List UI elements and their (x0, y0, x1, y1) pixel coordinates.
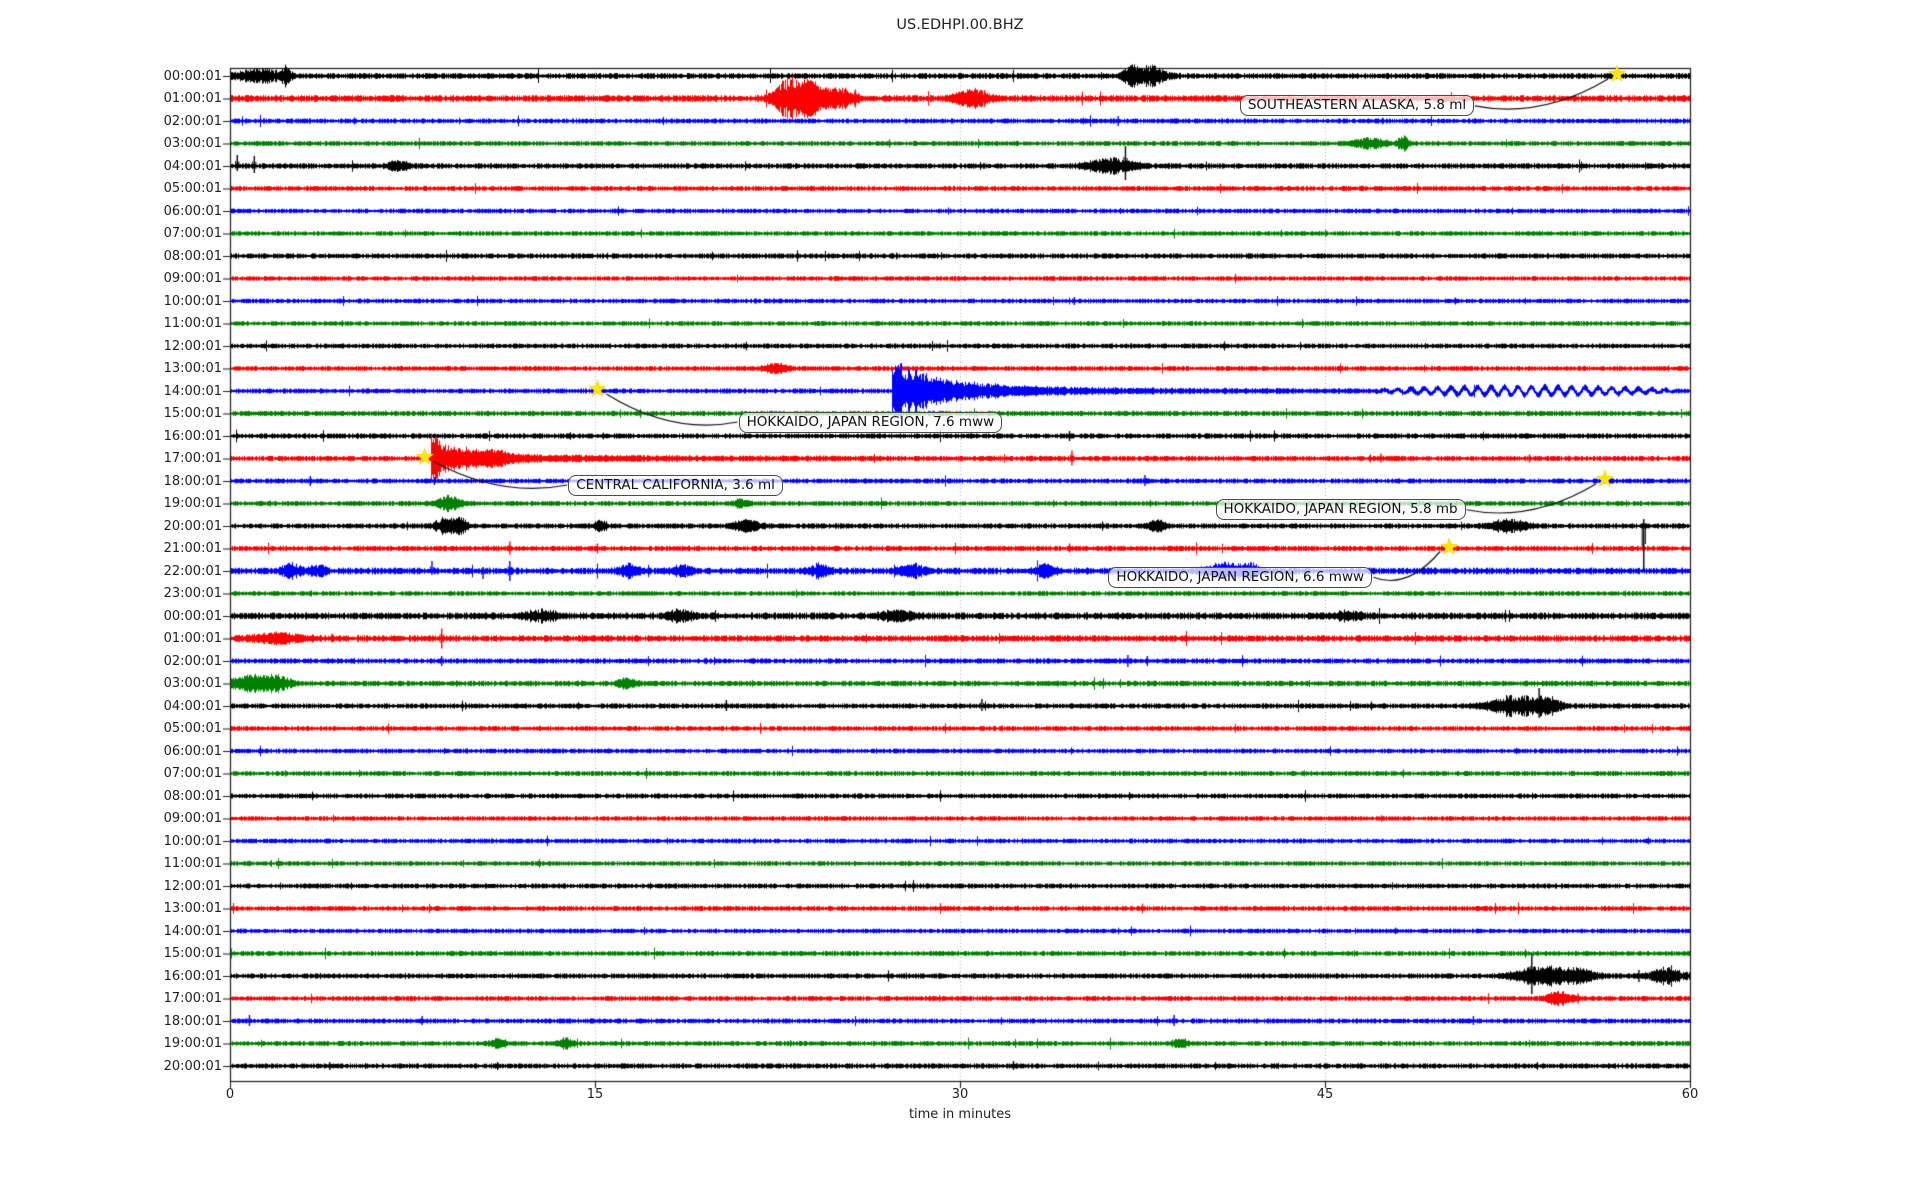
x-tick-label: 45 (1316, 1087, 1334, 1102)
y-tick-label: 19:00:01 (163, 1036, 222, 1051)
y-tick-label: 11:00:01 (163, 856, 222, 871)
x-tick-label: 0 (225, 1087, 235, 1102)
y-tick-label: 16:00:01 (163, 428, 222, 444)
y-tick-label: 02:00:01 (163, 113, 222, 129)
event-annotation: CENTRAL CALIFORNIA, 3.6 ml (568, 474, 783, 496)
y-tick-label: 02:00:01 (163, 653, 222, 669)
y-tick-label: 19:00:01 (163, 496, 222, 511)
y-tick-label: 11:00:01 (163, 316, 222, 331)
y-tick-label: 20:00:01 (163, 518, 222, 534)
event-star-icon: ★ (1594, 466, 1616, 493)
y-tick-label: 04:00:01 (163, 698, 222, 714)
y-tick-label: 03:00:01 (163, 136, 222, 151)
y-tick-label: 12:00:01 (163, 878, 222, 894)
y-tick-label: 08:00:01 (163, 248, 222, 264)
x-tick-label: 60 (1681, 1087, 1699, 1102)
y-tick-label: 01:00:01 (163, 91, 222, 106)
x-tick-label: 15 (586, 1087, 604, 1102)
y-tick-label: 16:00:01 (163, 968, 222, 984)
y-tick-label: 13:00:01 (163, 901, 222, 916)
y-tick-label: 09:00:01 (163, 271, 222, 286)
y-tick-label: 22:00:01 (163, 563, 222, 579)
y-tick-label: 18:00:01 (163, 1013, 222, 1029)
y-tick-label: 23:00:01 (163, 586, 222, 601)
y-tick-label: 17:00:01 (163, 991, 222, 1006)
y-tick-label: 20:00:01 (163, 1058, 222, 1074)
y-tick-label: 10:00:01 (163, 293, 222, 309)
y-tick-label: 09:00:01 (163, 811, 222, 826)
y-tick-label: 00:00:01 (163, 608, 222, 624)
event-star-icon: ★ (1438, 534, 1460, 561)
y-tick-label: 15:00:01 (163, 946, 222, 961)
event-annotation: HOKKAIDO, JAPAN REGION, 7.6 mww (738, 411, 1003, 433)
event-annotation: HOKKAIDO, JAPAN REGION, 6.6 mww (1108, 566, 1373, 588)
y-tick-label: 07:00:01 (163, 226, 222, 241)
y-tick-label: 17:00:01 (163, 451, 222, 466)
y-tick-label: 10:00:01 (163, 833, 222, 849)
event-star-icon: ★ (414, 444, 435, 471)
x-axis-title: time in minutes (908, 1107, 1012, 1122)
chart-title: US.EDHPI.00.BHZ (896, 17, 1024, 33)
y-tick-label: 05:00:01 (163, 721, 222, 736)
y-tick-label: 06:00:01 (163, 203, 222, 219)
event-star-icon: ★ (587, 376, 608, 403)
y-tick-label: 14:00:01 (163, 383, 222, 399)
plot-area (0, 0, 1920, 1200)
y-tick-label: 07:00:01 (163, 766, 222, 781)
y-tick-label: 08:00:01 (163, 788, 222, 804)
y-tick-label: 12:00:01 (163, 338, 222, 354)
y-tick-label: 01:00:01 (163, 631, 222, 646)
y-tick-label: 14:00:01 (163, 923, 222, 939)
event-annotation: SOUTHEASTERN ALASKA, 5.8 ml (1239, 95, 1475, 117)
y-tick-label: 03:00:01 (163, 676, 222, 691)
y-tick-label: 15:00:01 (163, 406, 222, 421)
y-tick-label: 04:00:01 (163, 158, 222, 174)
figure: US.EDHPI.00.BHZ 00:00:01 01:00:01 02:00:01… (0, 0, 1920, 1200)
y-tick-label: 18:00:01 (163, 473, 222, 489)
y-tick-label: 05:00:01 (163, 181, 222, 196)
event-star-icon: ★ (1606, 61, 1628, 88)
y-tick-label: 06:00:01 (163, 743, 222, 759)
y-tick-label: 00:00:01 (163, 68, 222, 84)
y-tick-label: 21:00:01 (163, 541, 222, 556)
event-annotation: HOKKAIDO, JAPAN REGION, 5.8 mb (1215, 499, 1466, 521)
y-tick-label: 13:00:01 (163, 361, 222, 376)
x-tick-label: 30 (951, 1087, 969, 1102)
